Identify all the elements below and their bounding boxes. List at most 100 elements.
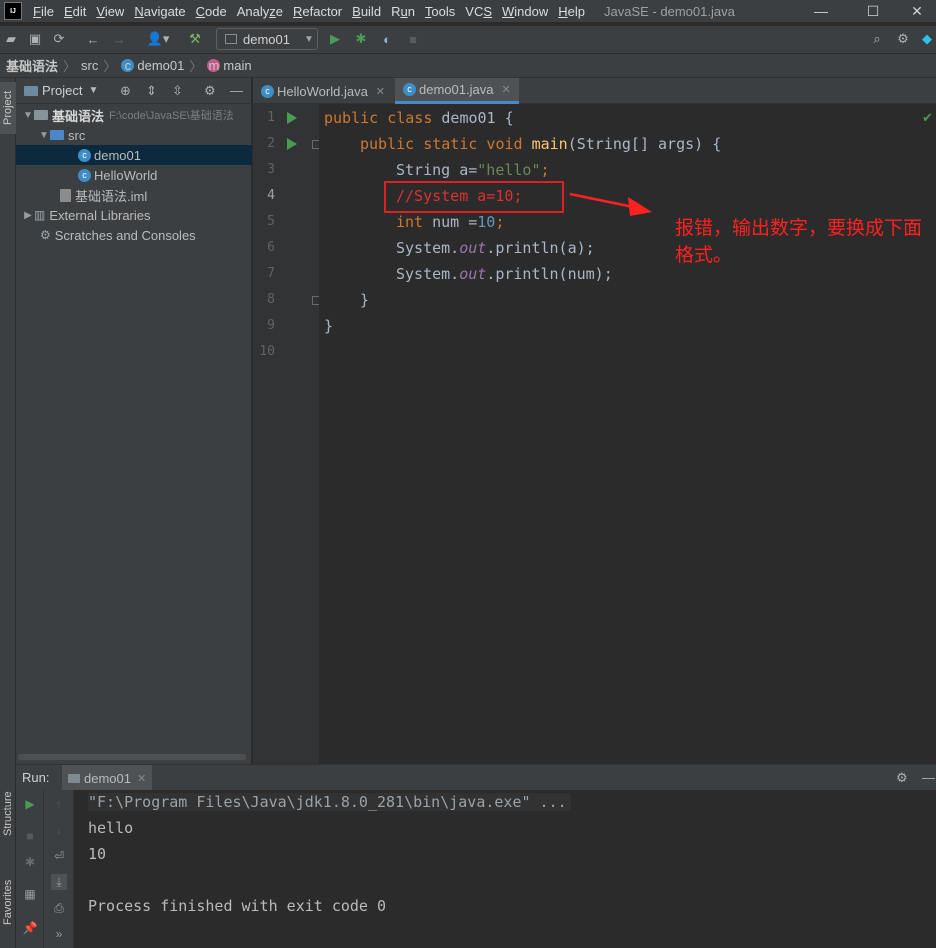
run-tab-label: demo01 <box>84 770 131 786</box>
stop-icon[interactable]: ■ <box>404 30 422 48</box>
debug-gray-icon[interactable]: ✱ <box>22 854 38 870</box>
back-icon[interactable]: ← <box>84 30 102 48</box>
inspection-ok-icon[interactable]: ✔ <box>922 110 933 126</box>
search-icon[interactable]: ⌕ <box>868 30 886 48</box>
tree-item-label: External Libraries <box>49 207 151 223</box>
run-icon[interactable]: ▶ <box>326 30 344 48</box>
close-tab-icon[interactable]: ✕ <box>137 772 146 785</box>
line-number: 2 <box>267 136 275 151</box>
chevron-right-icon[interactable]: ▶ <box>22 210 34 221</box>
forward-icon[interactable]: → <box>110 30 128 48</box>
menu-view[interactable]: View <box>96 4 124 19</box>
close-icon[interactable]: ✕ <box>894 0 936 22</box>
more-icon[interactable]: » <box>51 926 67 942</box>
menu-file[interactable]: File <box>33 4 54 19</box>
menu-vcs[interactable]: VCS <box>465 4 492 19</box>
tab-project[interactable]: Project <box>0 82 16 134</box>
main-toolbar: ▰ ▣ ⟳ ← → 👤▾ ⚒ ▶ ✱ ◐ ■ ⌕ ⚙ ◆ <box>0 26 936 54</box>
line-number: 8 <box>267 292 275 307</box>
expand-all-icon[interactable]: ⇕ <box>146 83 157 99</box>
settings-gear-icon[interactable]: ⚙ <box>896 770 908 786</box>
soft-wrap-icon[interactable]: ⏎ <box>51 848 67 864</box>
breadcrumb-method[interactable]: main <box>223 58 251 73</box>
tree-item-label: 基础语法 <box>52 108 105 124</box>
module-file-icon <box>60 188 71 202</box>
menu-run[interactable]: Run <box>391 4 415 19</box>
tab-helloworld-java[interactable]: c HelloWorld.java ✕ <box>253 78 393 104</box>
tree-item-path: F:\code\JavaSE\基础语法 <box>109 110 234 122</box>
tab-demo01-java[interactable]: c demo01.java ✕ <box>395 78 519 104</box>
layout-icon[interactable]: ▦ <box>22 886 38 902</box>
hide-panel-icon[interactable]: — <box>922 770 935 785</box>
stop-icon[interactable]: ■ <box>22 828 38 844</box>
tree-item-project-root[interactable]: ▼ 基础语法 F:\code\JavaSE\基础语法 <box>16 105 252 125</box>
jetbrains-icon[interactable]: ◆ <box>918 30 936 48</box>
menu-analyze[interactable]: Analyze <box>237 4 283 19</box>
chevron-down-icon[interactable]: ▼ <box>38 130 50 141</box>
scroll-to-end-icon[interactable]: ⤓ <box>51 874 67 890</box>
breadcrumb-src[interactable]: src <box>81 58 98 73</box>
arrow-down-icon[interactable]: ↓ <box>51 822 67 838</box>
menu-refactor[interactable]: Refactor <box>293 4 342 19</box>
settings-gear-icon[interactable]: ⚙ <box>894 30 912 48</box>
minimize-icon[interactable]: — <box>798 0 844 22</box>
close-tab-icon[interactable]: ✕ <box>376 85 385 98</box>
sync-icon[interactable]: ⟳ <box>50 30 68 48</box>
settings-gear-icon[interactable]: ⚙ <box>204 83 216 99</box>
menu-build[interactable]: Build <box>352 4 381 19</box>
tree-item-demo01[interactable]: c demo01 <box>16 145 252 165</box>
locate-icon[interactable]: ⊕ <box>120 83 131 99</box>
breadcrumb-separator-icon: 〉 <box>103 59 117 74</box>
chevron-down-icon[interactable]: ▼ <box>88 85 98 96</box>
line-number: 5 <box>267 214 275 229</box>
horizontal-scrollbar[interactable] <box>18 754 246 760</box>
user-icon[interactable]: 👤▾ <box>144 30 172 48</box>
run-gutter-icon[interactable] <box>287 112 297 124</box>
pin-icon[interactable]: 📌 <box>22 920 38 936</box>
menu-code[interactable]: Code <box>196 4 227 19</box>
code-line-7: System.out.println(num); <box>396 265 613 283</box>
tree-item-scratches[interactable]: ⚙ Scratches and Consoles <box>16 225 252 245</box>
build-hammer-icon[interactable]: ⚒ <box>186 30 204 48</box>
class-icon: c <box>121 59 135 72</box>
debug-icon[interactable]: ✱ <box>352 30 370 48</box>
console-output[interactable]: "F:\Program Files\Java\jdk1.8.0_281\bin\… <box>74 790 936 948</box>
tree-item-external-libraries[interactable]: ▶ ▥ External Libraries <box>16 205 252 225</box>
tree-item-src[interactable]: ▼ src <box>16 125 252 145</box>
tab-favorites[interactable]: Favorites <box>0 866 16 938</box>
menu-window[interactable]: Window <box>502 4 548 19</box>
run-panel-toolbar-primary: ▶ ■ ✱ ▦ 📌 <box>16 790 44 948</box>
chevron-down-icon[interactable]: ▼ <box>22 110 34 121</box>
console-line: 10 <box>88 845 107 863</box>
project-view-selector[interactable]: Project <box>42 83 82 98</box>
print-icon[interactable]: ⎙ <box>51 900 67 916</box>
run-config-dropdown[interactable]: demo01 ▼ <box>216 28 318 50</box>
breadcrumb-class[interactable]: demo01 <box>137 58 184 73</box>
rerun-icon[interactable]: ▶ <box>22 796 38 812</box>
tab-structure[interactable]: Structure <box>0 778 16 850</box>
tree-item-helloworld[interactable]: c HelloWorld <box>16 165 252 185</box>
code-line-3: String a="hello"; <box>396 161 550 179</box>
menu-tools[interactable]: Tools <box>425 4 455 19</box>
coverage-icon[interactable]: ◐ <box>378 30 396 48</box>
editor-tab-bar: c HelloWorld.java ✕ c demo01.java ✕ <box>253 78 936 104</box>
run-gutter-icon[interactable] <box>287 138 297 150</box>
console-line: "F:\Program Files\Java\jdk1.8.0_281\bin\… <box>88 793 571 811</box>
maximize-icon[interactable]: ☐ <box>850 0 896 22</box>
breadcrumb-project[interactable]: 基础语法 <box>6 56 58 75</box>
collapse-all-icon[interactable]: ⇳ <box>172 83 183 99</box>
menu-bar: IJ File Edit View Navigate Code Analyze … <box>0 0 936 22</box>
run-panel-toolbar-secondary: ↑ ↓ ⏎ ⤓ ⎙ » <box>44 790 74 948</box>
open-folder-icon[interactable]: ▰ <box>2 30 20 48</box>
menu-edit[interactable]: Edit <box>64 4 86 19</box>
arrow-up-icon[interactable]: ↑ <box>51 796 67 812</box>
hide-panel-icon[interactable]: — <box>230 83 243 98</box>
menu-help[interactable]: Help <box>558 4 585 19</box>
close-tab-icon[interactable]: ✕ <box>501 83 510 96</box>
tree-item-iml[interactable]: 基础语法.iml <box>16 185 252 205</box>
annotation-text: 报错，输出数字，要换成下面格式。 <box>675 217 923 266</box>
save-icon[interactable]: ▣ <box>26 30 44 48</box>
menu-navigate[interactable]: Navigate <box>134 4 185 19</box>
run-tab-demo01[interactable]: demo01 ✕ <box>62 765 153 791</box>
project-view-icon <box>24 85 38 96</box>
